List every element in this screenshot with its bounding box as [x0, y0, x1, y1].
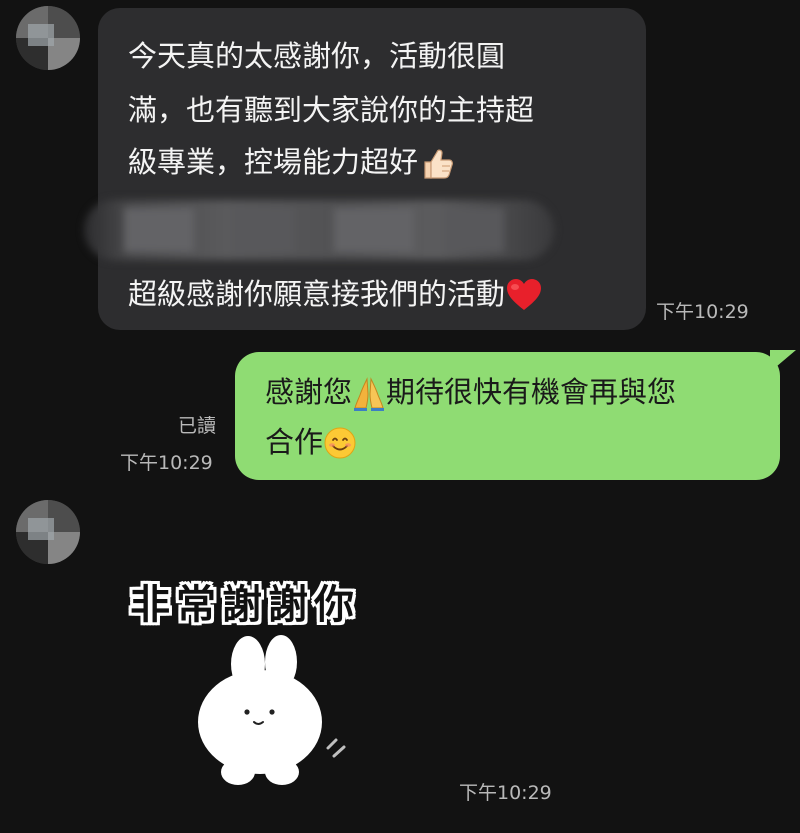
message-line: 今天真的太感謝你，活動很圓	[128, 39, 506, 73]
smile-icon	[323, 424, 357, 464]
thumbs-up-icon	[418, 144, 456, 184]
message-timestamp: 下午10:29	[459, 782, 552, 804]
message-line: 感謝您 期待很快有機會再與您	[265, 372, 676, 414]
message-line: 合作	[265, 422, 357, 464]
message-line: 超級感謝你願意接我們的活動	[128, 274, 543, 316]
message-line-text: 合作	[265, 425, 324, 459]
contact-avatar[interactable]	[16, 6, 80, 70]
message-line-text: 級專業，控場能力超好	[128, 145, 419, 179]
heart-icon	[505, 276, 543, 316]
bubble-tail	[770, 350, 796, 372]
message-line-text: 期待很快有機會再與您	[386, 375, 677, 409]
sticker-caption: 非常謝謝你	[130, 582, 360, 628]
message-timestamp: 下午10:29	[656, 301, 749, 323]
contact-avatar[interactable]	[16, 500, 80, 564]
message-line-text: 感謝您	[265, 375, 353, 409]
read-receipt: 已讀	[178, 415, 217, 437]
blurred-redacted-content	[84, 200, 554, 260]
pray-icon	[352, 374, 386, 414]
outgoing-message-bubble[interactable]: 感謝您 期待很快有機會再與您 合作	[235, 350, 796, 480]
message-line: 滿，也有聽到大家說你的主持超	[128, 93, 535, 127]
incoming-message-bubble[interactable]: 今天真的太感謝你，活動很圓 滿，也有聽到大家說你的主持超 級專業，控場能力超好 …	[84, 8, 646, 330]
message-timestamp: 下午10:29	[120, 452, 213, 474]
message-line-text: 超級感謝你願意接我們的活動	[128, 277, 506, 311]
bunny-sticker[interactable]	[180, 630, 370, 790]
message-line: 級專業，控場能力超好	[128, 142, 456, 184]
